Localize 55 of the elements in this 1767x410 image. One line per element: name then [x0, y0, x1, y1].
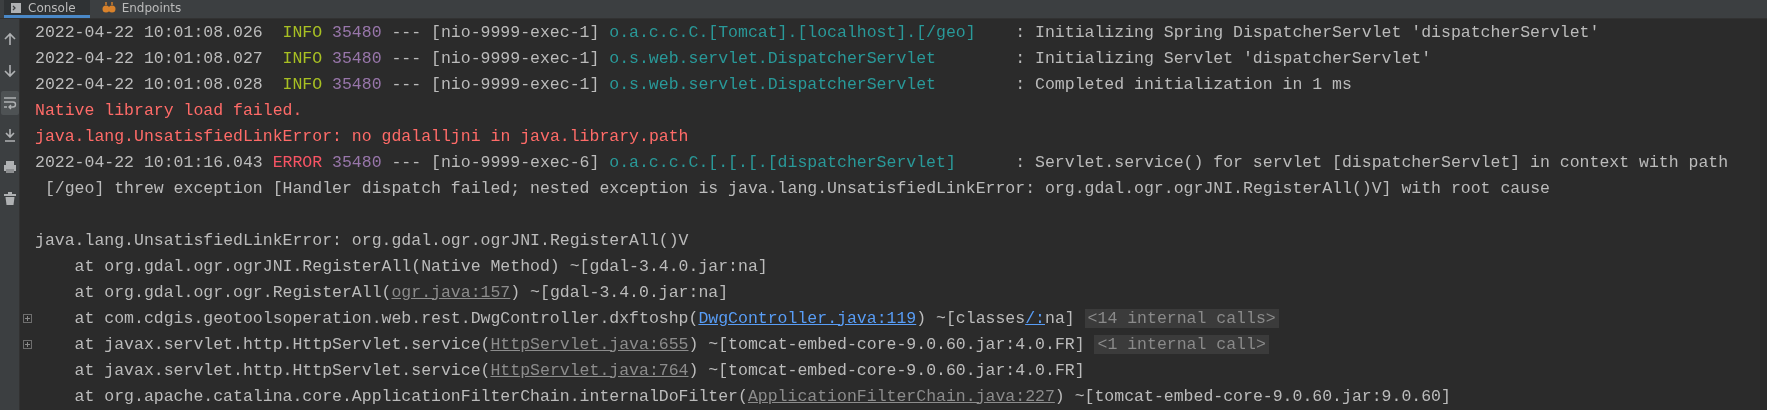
source-link[interactable]: DwgController.java:119 — [698, 308, 917, 328]
logger-name: o.s.web.servlet.DispatcherServlet — [609, 74, 938, 94]
stack-frame-text: at org.apache.catalina.core.ApplicationFilterChain.internalDoFilter( — [74, 386, 748, 406]
thread-name: --- [nio-9999-exec-1] — [391, 22, 600, 42]
thread-name: --- [nio-9999-exec-1] — [391, 48, 600, 68]
log-message: : Initializing Servlet 'dispatcherServlet' — [1015, 48, 1432, 68]
process-id: 35480 — [332, 152, 382, 172]
panel-tab[interactable]: Console — [4, 0, 90, 18]
stack-frame-text: at javax.servlet.http.HttpServlet.service( — [74, 334, 491, 354]
log-message: java.lang.UnsatisfiedLinkError: org.gdal.ogr.ogrJNI.RegisterAll()V — [35, 230, 689, 250]
stack-frame-text: na] — [1045, 308, 1075, 328]
logger-name: o.a.c.c.C.[Tomcat].[localhost].[/geo] — [609, 22, 977, 42]
expand-icon[interactable] — [23, 339, 32, 349]
logger-name: o.s.web.servlet.DispatcherServlet — [609, 48, 938, 68]
thread-name: --- [nio-9999-exec-6] — [391, 152, 600, 172]
log-level: INFO — [281, 48, 323, 68]
log-message: [/geo] threw exception [Handler dispatch failed; nested exception is java.lang.UnsatisfiedLinkError: org.gdal.ogr.ogrJNI.RegisterAll()V] with root cause — [44, 178, 1550, 198]
stack-frame-text: ) ~[tomcat-embed-core-9.0.60.jar:4.0.FR] — [688, 334, 1085, 354]
timestamp: 2022-04-22 10:01:16.043 — [35, 152, 263, 172]
source-link[interactable]: ApplicationFilterChain.java:227 — [747, 386, 1055, 406]
stack-frame-text: at org.gdal.ogr.ogr.RegisterAll( — [74, 282, 392, 302]
log-level: ERROR — [272, 152, 323, 172]
logger-name: o.a.c.c.C.[.[.[.[dispatcherServlet] — [609, 152, 957, 172]
internal-calls-hint[interactable]: <14 internal calls> — [1084, 308, 1279, 328]
expand-icon[interactable] — [23, 313, 32, 323]
console-icon — [10, 1, 22, 14]
source-link[interactable]: ogr.java:157 — [391, 282, 511, 302]
thread-name: --- [nio-9999-exec-1] — [391, 74, 600, 94]
source-link[interactable]: /: — [1025, 308, 1045, 328]
process-id: 35480 — [332, 22, 382, 42]
source-link[interactable]: HttpServlet.java:655 — [490, 334, 689, 354]
internal-calls-hint[interactable]: <1 internal call> — [1094, 334, 1269, 354]
error-message: Native library load failed. — [35, 100, 303, 120]
timestamp: 2022-04-22 10:01:08.027 — [35, 48, 263, 68]
soft-wrap-icon[interactable] — [0, 91, 19, 115]
log-level: INFO — [281, 22, 323, 42]
endpoints-icon — [101, 1, 116, 14]
log-level: INFO — [281, 74, 323, 94]
log-message: : Initializing Spring DispatcherServlet 'dispatcherServlet' — [1015, 22, 1600, 42]
process-id: 35480 — [332, 74, 382, 94]
stack-frame-text: at org.gdal.ogr.ogrJNI.RegisterAll(Native Method) ~[gdal-3.4.0.jar:na] — [74, 256, 768, 276]
stack-frame-text: at javax.servlet.http.HttpServlet.service( — [74, 360, 491, 380]
stack-frame-text: ) ~[classes — [916, 308, 1026, 328]
timestamp: 2022-04-22 10:01:08.028 — [35, 74, 263, 94]
log-message: : Completed initialization in 1 ms — [1015, 74, 1352, 94]
stack-frame-text: at com.cdgis.geotoolsoperation.web.rest.DwgController.dxftoshp( — [74, 308, 699, 328]
timestamp: 2022-04-22 10:01:08.026 — [35, 22, 263, 42]
stack-frame-text: ) ~[tomcat-embed-core-9.0.60.jar:9.0.60] — [1054, 386, 1451, 406]
stack-frame-text: ) ~[gdal-3.4.0.jar:na] — [510, 282, 729, 302]
log-message: : Servlet.service() for servlet [dispatcherServlet] in context with path — [1015, 152, 1729, 172]
stack-frame-text: ) ~[tomcat-embed-core-9.0.60.jar:4.0.FR] — [688, 360, 1085, 380]
process-id: 35480 — [332, 48, 382, 68]
panel-tab[interactable]: Endpoints — [95, 0, 196, 18]
source-link[interactable]: HttpServlet.java:764 — [490, 360, 689, 380]
error-message: java.lang.UnsatisfiedLinkError: no gdalalljni in java.library.path — [35, 126, 689, 146]
